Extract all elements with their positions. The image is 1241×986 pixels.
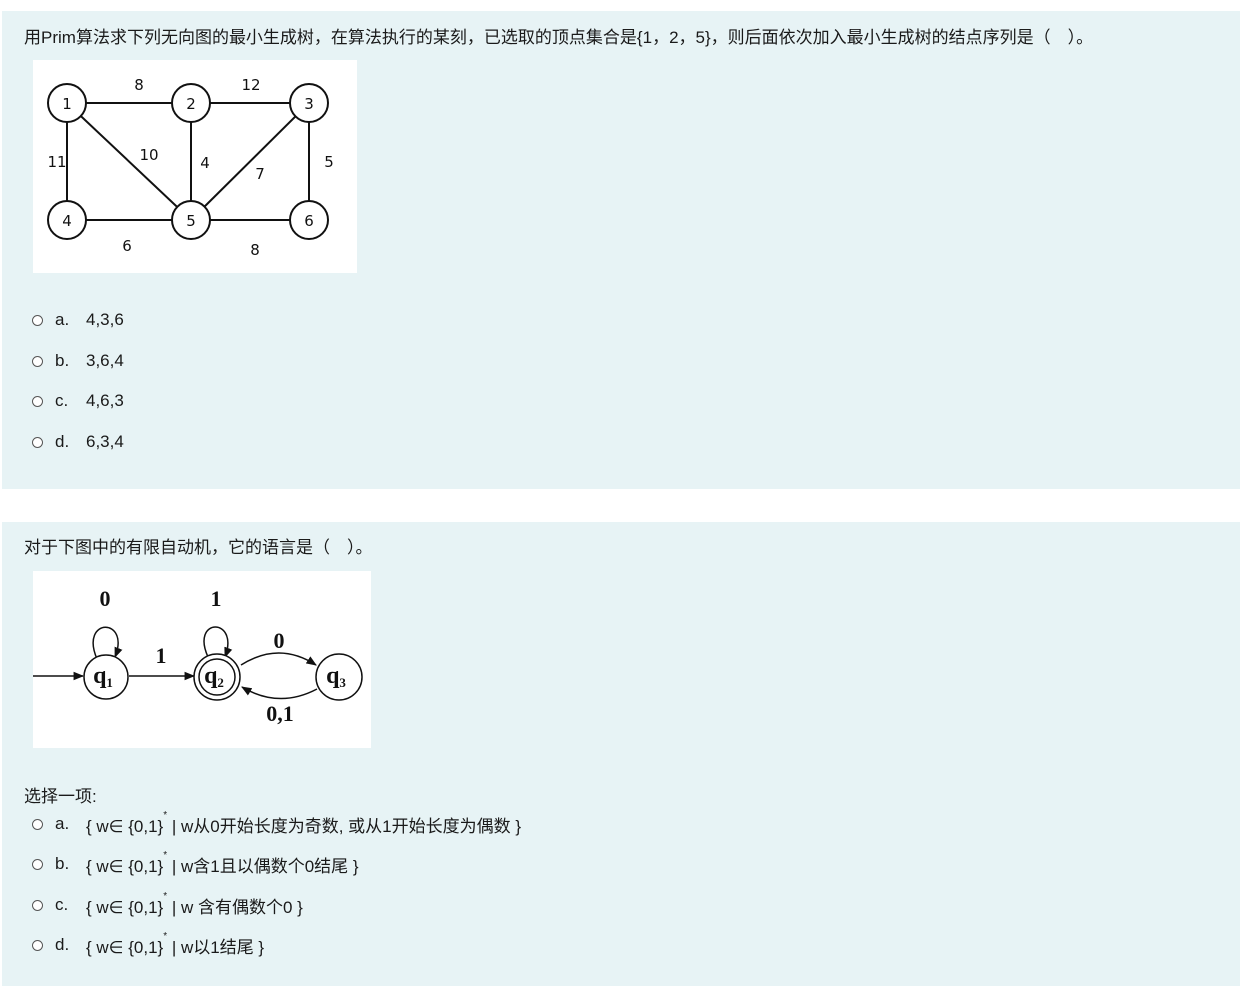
option-b-radio[interactable] bbox=[32, 858, 43, 870]
option-b[interactable]: b. 3,6,4 bbox=[32, 349, 124, 373]
edge-label-1-4: 11 bbox=[47, 153, 66, 171]
option-d[interactable]: d. { w∈ {0,1}* | w以1结尾 } bbox=[32, 930, 265, 957]
edge-1-5 bbox=[66, 102, 192, 221]
node-1-label: 1 bbox=[62, 95, 72, 113]
option-d-text: { w∈ {0,1}* | w以1结尾 } bbox=[86, 930, 265, 957]
option-c[interactable]: c. { w∈ {0,1}* | w 含有偶数个0 } bbox=[32, 890, 303, 917]
option-b-text: 3,6,4 bbox=[86, 351, 124, 370]
option-c-text: { w∈ {0,1}* | w 含有偶数个0 } bbox=[86, 890, 303, 917]
option-a-text: { w∈ {0,1}* | w从0开始长度为奇数, 或从1开始长度为偶数 } bbox=[86, 809, 522, 836]
edge-label-5-6: 8 bbox=[250, 241, 260, 259]
edge-label-2-5: 4 bbox=[200, 154, 210, 172]
self-loop-q1 bbox=[92, 626, 123, 660]
edge-label-3-6: 5 bbox=[324, 153, 334, 171]
undirected-graph: 1 2 3 4 5 6 8 12 11 10 4 7 5 6 8 bbox=[47, 76, 334, 259]
question-2-card: 对于下图中的有限自动机，它的语言是（ ）。 q1 q2 q3 0 1 1 0 0… bbox=[2, 522, 1240, 986]
option-b-text: { w∈ {0,1}* | w含1且以偶数个0结尾 } bbox=[86, 849, 359, 876]
question-2-text: 对于下图中的有限自动机，它的语言是（ ）。 bbox=[24, 538, 373, 557]
option-b[interactable]: b. { w∈ {0,1}* | w含1且以偶数个0结尾 } bbox=[32, 849, 359, 876]
node-2-label: 2 bbox=[186, 95, 196, 113]
question-1-text: 用Prim算法求下列无向图的最小生成树，在算法执行的某刻，已选取的顶点集合是{1… bbox=[24, 28, 1094, 47]
option-c-text: 4,6,3 bbox=[86, 391, 124, 410]
option-c-letter: c. bbox=[55, 895, 69, 914]
option-b-letter: b. bbox=[55, 351, 70, 370]
self-loop-q1-label: 0 bbox=[100, 586, 111, 611]
option-a[interactable]: a. { w∈ {0,1}* | w从0开始长度为奇数, 或从1开始长度为偶数 … bbox=[32, 809, 522, 836]
option-a-text: 4,3,6 bbox=[86, 310, 124, 329]
edge-label-1-2: 8 bbox=[134, 76, 144, 94]
option-b-letter: b. bbox=[55, 854, 70, 873]
self-loop-q2 bbox=[203, 626, 233, 658]
transition-q2-q3 bbox=[240, 652, 317, 666]
graph-figure: 1 2 3 4 5 6 8 12 11 10 4 7 5 6 8 bbox=[33, 60, 357, 273]
transition-q1-q2-label: 1 bbox=[156, 643, 167, 668]
option-a-radio[interactable] bbox=[32, 818, 43, 830]
node-3-label: 3 bbox=[304, 95, 314, 113]
option-d-radio[interactable] bbox=[32, 436, 43, 448]
option-a-letter: a. bbox=[55, 814, 70, 833]
self-loop-q2-label: 1 bbox=[211, 586, 222, 611]
option-b-radio[interactable] bbox=[32, 355, 43, 367]
node-6-label: 6 bbox=[304, 212, 314, 230]
automaton-figure: q1 q2 q3 0 1 1 0 0,1 bbox=[33, 571, 371, 748]
option-c[interactable]: c. 4,6,3 bbox=[32, 389, 124, 413]
select-one-prompt: 选择一项: bbox=[24, 787, 97, 806]
node-5-label: 5 bbox=[186, 212, 196, 230]
option-c-radio[interactable] bbox=[32, 395, 43, 407]
option-a-radio[interactable] bbox=[32, 314, 43, 326]
edge-label-3-5: 7 bbox=[255, 165, 265, 183]
option-a-letter: a. bbox=[55, 310, 70, 329]
transition-q3-q2 bbox=[241, 686, 318, 700]
edge-label-4-5: 6 bbox=[122, 237, 132, 255]
transition-q2-q3-label: 0 bbox=[274, 628, 285, 653]
question-1-card: 用Prim算法求下列无向图的最小生成树，在算法执行的某刻，已选取的顶点集合是{1… bbox=[2, 11, 1240, 489]
finite-automaton: q1 q2 q3 0 1 1 0 0,1 bbox=[33, 586, 363, 726]
transition-q3-q2-label: 0,1 bbox=[266, 701, 294, 726]
option-d-letter: d. bbox=[55, 935, 70, 954]
option-a[interactable]: a. 4,3,6 bbox=[32, 308, 124, 332]
node-4-label: 4 bbox=[62, 212, 72, 230]
option-d-text: 6,3,4 bbox=[86, 432, 124, 451]
option-d-letter: d. bbox=[55, 432, 70, 451]
edge-label-1-5: 10 bbox=[139, 146, 158, 164]
option-d[interactable]: d. 6,3,4 bbox=[32, 430, 124, 454]
option-c-letter: c. bbox=[55, 391, 69, 410]
option-d-radio[interactable] bbox=[32, 939, 43, 951]
edge-label-2-3: 12 bbox=[241, 76, 260, 94]
option-c-radio[interactable] bbox=[32, 899, 43, 911]
